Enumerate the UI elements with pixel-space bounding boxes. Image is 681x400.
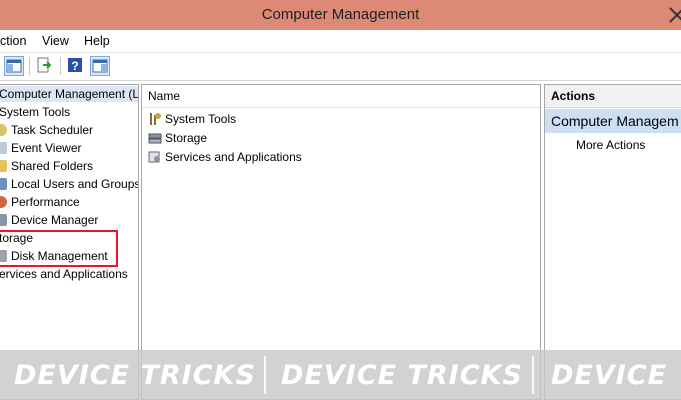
more-actions-link[interactable]: More Actions bbox=[576, 138, 645, 152]
tree-item-local-users-groups[interactable]: Local Users and Groups bbox=[0, 176, 139, 192]
tree-item-shared-folders[interactable]: Shared Folders bbox=[0, 158, 93, 174]
actions-header: Actions bbox=[545, 85, 681, 108]
watermark-divider bbox=[532, 356, 534, 394]
tree-item-performance[interactable]: Performance bbox=[0, 194, 80, 210]
show-action-pane-icon[interactable] bbox=[90, 56, 110, 76]
toolbar: ? bbox=[0, 53, 681, 81]
export-list-icon[interactable] bbox=[35, 56, 55, 76]
tree-item-label: Local Users and Groups bbox=[11, 177, 139, 191]
menu-bar: ction View Help bbox=[0, 30, 681, 53]
name-column-header[interactable]: Name bbox=[142, 85, 540, 108]
menu-action[interactable]: ction bbox=[0, 34, 26, 48]
list-item-label: Services and Applications bbox=[165, 150, 302, 164]
help-icon[interactable]: ? bbox=[66, 56, 86, 76]
tree-item-label: Device Manager bbox=[11, 213, 99, 227]
storage-icon bbox=[148, 133, 162, 144]
watermark-text: DEVICE TRICKS bbox=[281, 360, 523, 391]
menu-view[interactable]: View bbox=[42, 34, 69, 48]
watermark-text: DEVICE TRICKS bbox=[14, 360, 256, 391]
svg-text:?: ? bbox=[71, 59, 78, 73]
tree-item-label: Task Scheduler bbox=[11, 123, 94, 137]
system-tools-icon bbox=[150, 113, 161, 125]
actions-section-label: Computer Managem bbox=[551, 113, 679, 129]
list-item[interactable]: Services and Applications bbox=[148, 150, 302, 164]
list-item-label: System Tools bbox=[165, 112, 237, 126]
actions-section-computer-management[interactable]: Computer Managem bbox=[545, 109, 681, 133]
toolbar-separator bbox=[60, 57, 61, 75]
list-item[interactable]: System Tools bbox=[148, 112, 236, 126]
shared-folder-icon bbox=[0, 160, 7, 172]
title-bar: Computer Management bbox=[0, 0, 681, 30]
tree-item-task-scheduler[interactable]: Task Scheduler bbox=[0, 122, 93, 138]
watermark-text: DEVICE bbox=[551, 360, 668, 391]
device-manager-icon bbox=[0, 214, 7, 226]
tree-item-services-applications[interactable]: ervices and Applications bbox=[0, 266, 128, 282]
tree-item-label: Performance bbox=[11, 195, 80, 209]
watermark-banner: DEVICE TRICKS DEVICE TRICKS DEVICE bbox=[0, 350, 681, 400]
tree-item-label: Event Viewer bbox=[11, 141, 82, 155]
list-item-label: Storage bbox=[165, 131, 208, 145]
window-title: Computer Management bbox=[261, 6, 420, 23]
tree-item-system-tools[interactable]: System Tools bbox=[0, 104, 70, 120]
clock-icon bbox=[0, 124, 7, 136]
column-header-label: Name bbox=[148, 89, 181, 103]
tree-item-event-viewer[interactable]: Event Viewer bbox=[0, 140, 81, 156]
users-icon bbox=[0, 178, 7, 190]
tree-item-device-manager[interactable]: Device Manager bbox=[0, 212, 98, 228]
storage-highlight-box bbox=[0, 230, 118, 267]
list-item[interactable]: Storage bbox=[148, 131, 207, 145]
close-icon[interactable] bbox=[667, 5, 681, 25]
event-viewer-icon bbox=[0, 142, 7, 154]
actions-header-label: Actions bbox=[551, 89, 596, 103]
watermark-divider bbox=[264, 356, 266, 394]
tree-item-label: Shared Folders bbox=[11, 159, 94, 173]
tree-item-computer-management[interactable]: Computer Management (Local bbox=[0, 86, 138, 102]
show-tree-icon[interactable] bbox=[4, 56, 24, 76]
menu-help[interactable]: Help bbox=[84, 34, 110, 48]
services-icon bbox=[148, 151, 160, 163]
toolbar-separator bbox=[29, 57, 30, 75]
performance-icon bbox=[0, 196, 7, 208]
